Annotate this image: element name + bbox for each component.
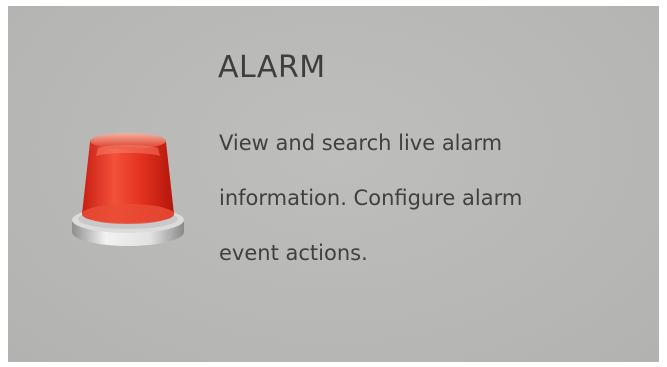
description-line: event actions. — [219, 241, 368, 265]
tile-description: View and search live alarm information. … — [219, 116, 639, 281]
tile-title: ALARM — [218, 50, 326, 85]
alarm-beacon-icon — [68, 124, 188, 260]
description-line: View and search live alarm — [219, 131, 503, 155]
description-line: information. Configure alarm — [219, 186, 523, 210]
alarm-tile[interactable]: ALARM View and search live alarm informa… — [8, 6, 659, 362]
